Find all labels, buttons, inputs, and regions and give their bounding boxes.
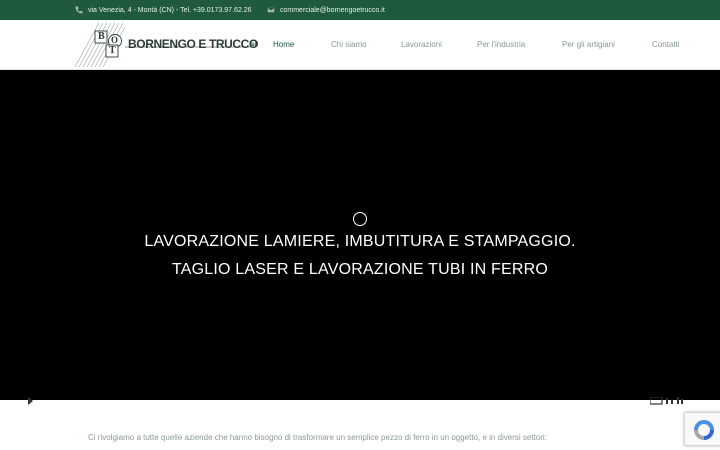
nav-home[interactable]: Home	[273, 40, 294, 49]
logo-suffix: srl	[251, 42, 259, 48]
nav-contatti[interactable]: Contatti	[652, 40, 680, 49]
loading-spinner-icon	[353, 212, 367, 226]
site-logo[interactable]: B O T BORNENGO E TRUCCO srl	[75, 21, 265, 69]
intro-paragraph: Ci rivolgiamo a tutte quelle aziende che…	[88, 433, 547, 442]
logo-letter-b: B	[98, 31, 105, 42]
address-text: via Venezia, 4 - Montà (CN) - Tel. +39.0…	[88, 6, 252, 14]
logo-letter-t: T	[109, 45, 116, 56]
envelope-icon	[267, 7, 275, 13]
contact-address: via Venezia, 4 - Montà (CN) - Tel. +39.0…	[75, 0, 252, 20]
intro-section: Ci rivolgiamo a tutte quelle aziende che…	[0, 397, 720, 450]
contact-email[interactable]: commerciale@bornengoetrucco.it	[267, 0, 385, 20]
logo-letter-o: O	[111, 35, 119, 45]
hero-title-line2: TAGLIO LASER E LAVORAZIONE TUBI IN FERRO	[171, 261, 549, 278]
top-contact-bar: via Venezia, 4 - Montà (CN) - Tel. +39.0…	[0, 0, 720, 20]
nav-lavorazioni[interactable]: Lavorazioni	[401, 40, 442, 49]
recaptcha-badge[interactable]	[684, 412, 720, 446]
video-controls-icon[interactable]	[650, 397, 684, 405]
nav-per-lindustria[interactable]: Per l'industria	[477, 40, 525, 49]
hero-video[interactable]: LAVORAZIONE LAMIERE, IMBUTITURA E STAMPA…	[0, 70, 720, 400]
email-link[interactable]: commerciale@bornengoetrucco.it	[280, 7, 385, 14]
nav-chi-siamo[interactable]: Chi siamo	[331, 40, 367, 49]
recaptcha-icon	[694, 420, 714, 440]
site-header: B O T BORNENGO E TRUCCO srl Home Chi sia…	[0, 20, 720, 70]
hero-title-line1: LAVORAZIONE LAMIERE, IMBUTITURA E STAMPA…	[144, 233, 576, 250]
nav-per-gli-artigiani[interactable]: Per gli artigiani	[562, 40, 615, 49]
logo-company-name: BORNENGO E TRUCCO	[128, 37, 258, 51]
phone-icon	[75, 6, 83, 14]
play-icon[interactable]	[28, 397, 33, 405]
